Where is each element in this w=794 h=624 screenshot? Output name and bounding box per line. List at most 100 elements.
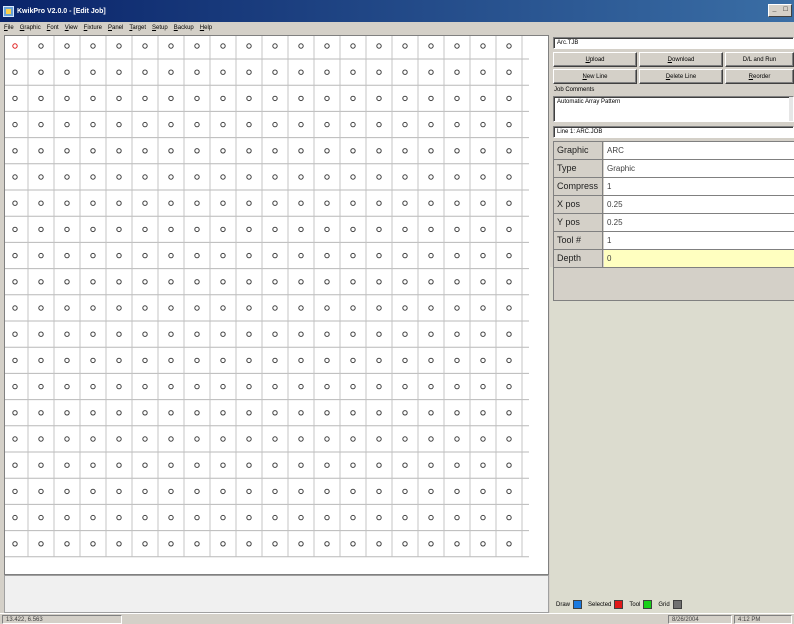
job-marker[interactable] [246,514,252,521]
job-marker[interactable] [506,279,512,285]
job-marker[interactable] [12,174,18,180]
job-marker[interactable] [324,69,330,75]
job-marker[interactable] [194,279,200,285]
job-marker[interactable] [506,95,512,102]
property-row[interactable]: Y pos 0.25 [554,214,794,232]
job-marker[interactable] [246,357,252,364]
job-marker[interactable] [272,200,278,206]
job-marker[interactable] [480,279,486,285]
job-marker[interactable] [454,514,460,521]
menu-target[interactable]: Target [129,25,146,31]
job-marker[interactable] [194,462,200,468]
job-marker[interactable] [116,305,122,311]
job-marker[interactable] [168,462,174,468]
job-marker[interactable] [12,541,18,547]
job-marker[interactable] [298,488,304,495]
job-marker[interactable] [246,174,252,180]
job-marker[interactable] [168,174,174,180]
job-marker[interactable] [402,200,408,206]
job-marker[interactable] [194,95,200,102]
property-value[interactable]: Graphic [604,160,794,177]
job-marker[interactable] [168,95,174,102]
job-marker[interactable] [376,462,382,468]
job-marker[interactable] [506,200,512,206]
job-marker[interactable] [168,357,174,364]
job-marker[interactable] [428,69,434,75]
job-marker[interactable] [38,541,44,547]
job-marker[interactable] [194,383,200,390]
job-marker[interactable] [168,331,174,337]
job-marker[interactable] [506,331,512,337]
job-marker[interactable] [428,252,434,259]
job-marker[interactable] [116,174,122,180]
job-marker[interactable] [506,541,512,547]
job-marker[interactable] [64,514,70,521]
job-marker[interactable] [246,383,252,390]
download-button[interactable]: Download [639,52,723,67]
job-marker[interactable] [506,174,512,180]
job-marker[interactable] [116,95,122,102]
job-marker[interactable] [246,200,252,206]
job-marker[interactable] [116,331,122,337]
job-marker[interactable] [194,148,200,154]
job-marker[interactable] [298,121,304,128]
job-marker[interactable] [220,410,226,416]
job-marker[interactable] [116,383,122,390]
job-marker[interactable] [454,69,460,75]
job-marker[interactable] [220,43,226,49]
property-value[interactable]: 1 [604,232,794,249]
job-marker[interactable] [38,383,44,390]
job-marker[interactable] [38,69,44,75]
job-marker[interactable] [428,95,434,102]
job-marker[interactable] [506,69,512,75]
job-marker[interactable] [246,252,252,259]
job-marker[interactable] [376,383,382,390]
job-marker[interactable] [12,252,18,259]
job-marker[interactable] [350,410,356,416]
job-marker[interactable] [480,383,486,390]
job-marker[interactable] [116,410,122,416]
download-and-run-button[interactable]: D/L and Run [725,52,794,67]
job-marker[interactable] [480,462,486,468]
job-marker[interactable] [428,514,434,521]
job-marker[interactable] [90,357,96,364]
menu-view[interactable]: View [65,25,78,31]
job-marker[interactable] [12,331,18,337]
job-marker[interactable] [454,541,460,547]
job-marker[interactable] [246,69,252,75]
job-marker[interactable] [168,410,174,416]
job-marker[interactable] [272,383,278,390]
job-marker[interactable] [168,121,174,128]
job-marker[interactable] [428,488,434,495]
job-marker[interactable] [12,305,18,311]
job-marker[interactable] [38,200,44,206]
job-marker[interactable] [402,121,408,128]
job-marker[interactable] [454,226,460,233]
job-marker[interactable] [376,514,382,521]
job-marker[interactable] [454,121,460,128]
job-marker[interactable] [194,357,200,364]
job-marker[interactable] [480,69,486,75]
job-marker[interactable] [298,95,304,102]
job-marker[interactable] [142,514,148,521]
job-marker[interactable] [402,331,408,337]
job-marker[interactable] [246,488,252,495]
job-marker[interactable] [64,383,70,390]
job-marker[interactable] [272,488,278,495]
job-marker[interactable] [376,69,382,75]
job-marker[interactable] [12,148,18,154]
job-marker[interactable] [272,174,278,180]
job-marker[interactable] [272,436,278,442]
job-marker[interactable] [220,148,226,154]
upload-button[interactable]: Upload [553,52,637,67]
job-marker[interactable] [350,43,356,49]
job-marker[interactable] [428,121,434,128]
job-marker[interactable] [90,252,96,259]
job-marker[interactable] [324,95,330,102]
job-marker[interactable] [194,69,200,75]
job-marker[interactable] [506,148,512,154]
job-marker[interactable] [376,331,382,337]
job-marker[interactable] [12,279,18,285]
job-marker[interactable] [116,148,122,154]
job-marker[interactable] [428,148,434,154]
